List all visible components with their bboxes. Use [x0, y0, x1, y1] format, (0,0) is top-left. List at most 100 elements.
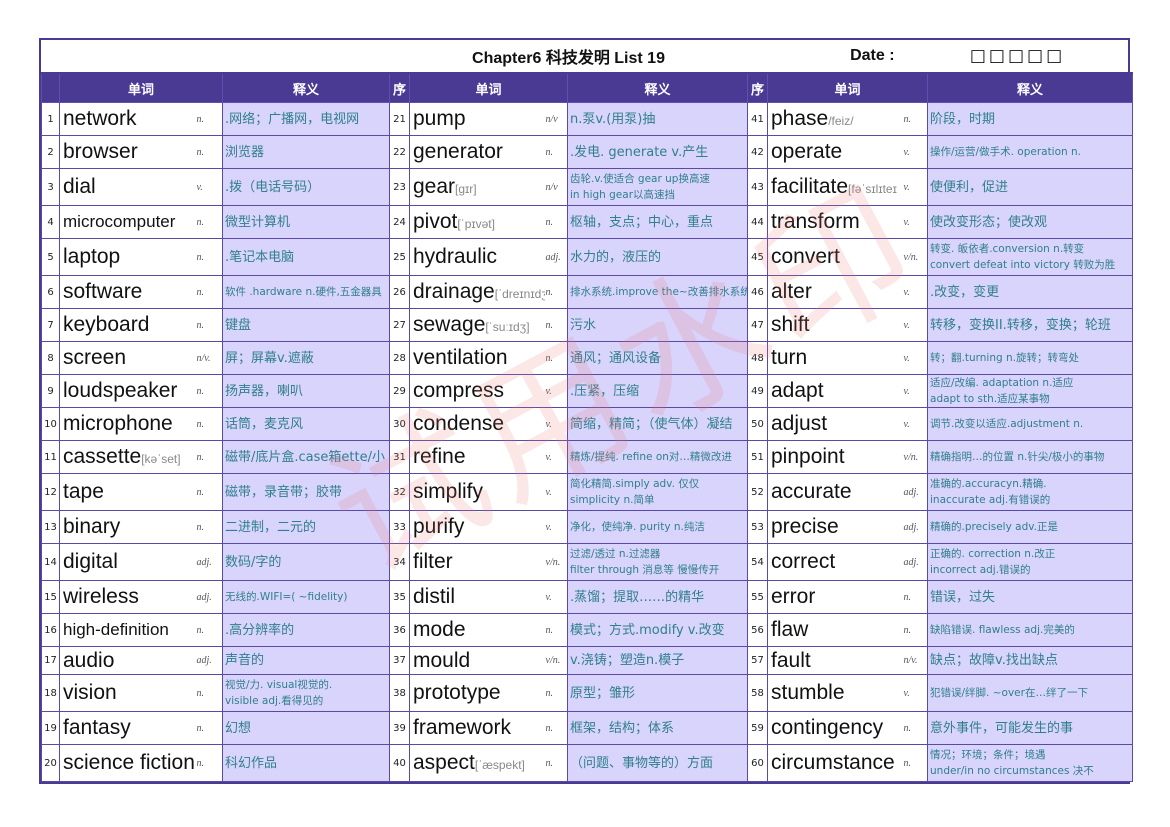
meaning-text: 声音的 — [225, 653, 265, 668]
meaning-text: 污水 — [570, 317, 597, 333]
word-cell: high-definition — [59, 613, 196, 647]
meaning-cell: 原型；雏形 — [567, 674, 748, 712]
word-text: stumble — [771, 681, 845, 704]
word-text: gear — [413, 175, 456, 198]
part-of-speech: n. — [195, 674, 223, 712]
word-text: convert — [771, 245, 840, 268]
row-number: 28 — [389, 341, 410, 375]
meaning-text: 框架，结构；体系 — [570, 720, 675, 736]
part-of-speech: n. — [902, 580, 929, 614]
word-text: distil — [413, 585, 456, 608]
word-text: sewage — [413, 313, 486, 336]
word-cell: wireless — [59, 580, 196, 614]
meaning-text: .网络；广播网，电视网 — [225, 111, 360, 127]
phonetic-text: [kəˈset] — [141, 452, 181, 466]
vocabulary-sheet: Chapter6 科技发明 List 19 Date : □□□□□ 单词 释义… — [39, 38, 1134, 784]
part-of-speech: n. — [902, 613, 929, 647]
word-text: wireless — [63, 585, 139, 608]
part-of-speech: n/v. — [195, 341, 223, 375]
meaning-text: 通风；通风设备 — [570, 350, 662, 366]
word-cell: pivot[ˈpɪvət] — [409, 205, 545, 239]
meaning-text: .改变，变更 — [930, 284, 1000, 300]
word-cell: software — [59, 275, 196, 309]
row-number: 35 — [389, 580, 410, 614]
part-of-speech: n/v — [544, 102, 568, 136]
word-cell: cassette[kəˈset] — [59, 440, 196, 474]
word-text: browser — [63, 140, 138, 163]
meaning-cell: .蒸馏；提取……的精华 — [567, 580, 748, 614]
row-number: 3 — [41, 168, 60, 206]
word-cell: shift — [766, 308, 903, 342]
word-text: alter — [771, 280, 812, 303]
header-word-2: 单词 — [409, 72, 568, 103]
meaning-text: 无线的.WIFI=( ~fidelity) — [225, 591, 348, 603]
header-num-3: 序 — [747, 72, 768, 103]
word-cell: sewage[ˈsuːɪdʒ] — [409, 308, 545, 342]
word-text: ventilation — [413, 346, 508, 369]
row-number: 33 — [389, 510, 410, 544]
meaning-text: 排水系统.improve the~改善排水系统 — [570, 286, 748, 298]
row-number: 56 — [747, 613, 768, 647]
word-cell: prototype — [409, 674, 545, 712]
table-row: 14 digital adj. 数码/字的 34 filter v/n. 过滤/透过 n.过滤… — [41, 543, 1134, 581]
row-number: 2 — [41, 135, 60, 169]
row-number: 7 — [41, 308, 60, 342]
meaning-text: 话筒，麦克风 — [225, 416, 304, 432]
meaning-cell: 通风；通风设备 — [567, 341, 748, 375]
meaning-text: .高分辨率的 — [225, 622, 295, 638]
row-number: 32 — [389, 473, 410, 511]
word-text: prototype — [413, 681, 501, 704]
meaning-text-line2: adapt to sth.适应某事物 — [930, 393, 1050, 405]
meaning-cell: 转移，变换II.转移，变换；轮班 — [927, 308, 1134, 342]
title-row: Chapter6 科技发明 List 19 Date : □□□□□ — [41, 40, 1133, 74]
meaning-cell: .笔记本电脑 — [222, 238, 390, 276]
row-number: 53 — [747, 510, 768, 544]
word-cell: stumble — [766, 674, 903, 712]
meaning-cell: 缺点；故障v.找出缺点 — [927, 646, 1134, 675]
word-text: keyboard — [63, 313, 150, 336]
meaning-text: 模式；方式.modify v.改变 — [570, 622, 725, 638]
part-of-speech: n. — [544, 613, 568, 647]
row-number: 20 — [41, 744, 60, 782]
meaning-cell: 犯错误/绊脚. ~over在…绊了一下 — [927, 674, 1134, 712]
part-of-speech: n. — [195, 135, 223, 169]
word-text: loudspeaker — [63, 379, 178, 402]
word-text: digital — [63, 550, 118, 573]
word-cell: transform — [766, 205, 903, 239]
meaning-text: 数码/字的 — [225, 554, 282, 570]
word-cell: mode — [409, 613, 545, 647]
part-of-speech: v/n. — [902, 238, 929, 276]
table-row: 2 browser n. 浏览器 22 generator n. .发电. generate … — [41, 135, 1134, 169]
word-cell: audio — [59, 646, 196, 675]
row-number: 42 — [747, 135, 768, 169]
row-number: 19 — [41, 711, 60, 745]
word-cell: network — [59, 102, 196, 136]
table-row: 20 science fiction n. 科幻作品 40 aspect[ˈæspekt]… — [41, 744, 1134, 782]
word-text: dial — [63, 175, 96, 198]
meaning-text-line2: inaccurate adj.有错误的 — [930, 494, 1051, 506]
word-cell: fantasy — [59, 711, 196, 745]
table-row: 19 fantasy n. 幻想 39 framework n. 框架，结构；体系 59 cont… — [41, 711, 1134, 745]
row-number: 51 — [747, 440, 768, 474]
word-text: screen — [63, 346, 127, 369]
part-of-speech: v/n. — [544, 543, 568, 581]
meaning-cell: 简化精简.simply adv. 仅仅 simplicity n.简单 — [567, 473, 748, 511]
part-of-speech: n. — [195, 711, 223, 745]
word-cell: precise — [766, 510, 903, 544]
part-of-speech: n. — [195, 308, 223, 342]
meaning-text: 缺陷错误. flawless adj.完美的 — [930, 624, 1075, 636]
part-of-speech: n. — [544, 275, 568, 309]
meaning-text: 正确的. correction n.改正 — [930, 548, 1056, 560]
part-of-speech: v. — [902, 135, 929, 169]
meaning-cell: 键盘 — [222, 308, 390, 342]
word-text: facilitate — [771, 175, 849, 198]
row-number: 30 — [389, 407, 410, 441]
meaning-cell: 数码/字的 — [222, 543, 390, 581]
phonetic-text: [gɪr] — [455, 182, 477, 196]
meaning-text: n.泵v.(用泵)抽 — [570, 111, 656, 127]
word-cell: condense — [409, 407, 545, 441]
word-text: circumstance — [771, 751, 895, 774]
vocabulary-table: Chapter6 科技发明 List 19 Date : □□□□□ 单词 释义… — [41, 40, 1134, 782]
meaning-cell: 净化，使纯净. purity n.纯洁 — [567, 510, 748, 544]
header-meaning-1: 释义 — [222, 72, 390, 103]
